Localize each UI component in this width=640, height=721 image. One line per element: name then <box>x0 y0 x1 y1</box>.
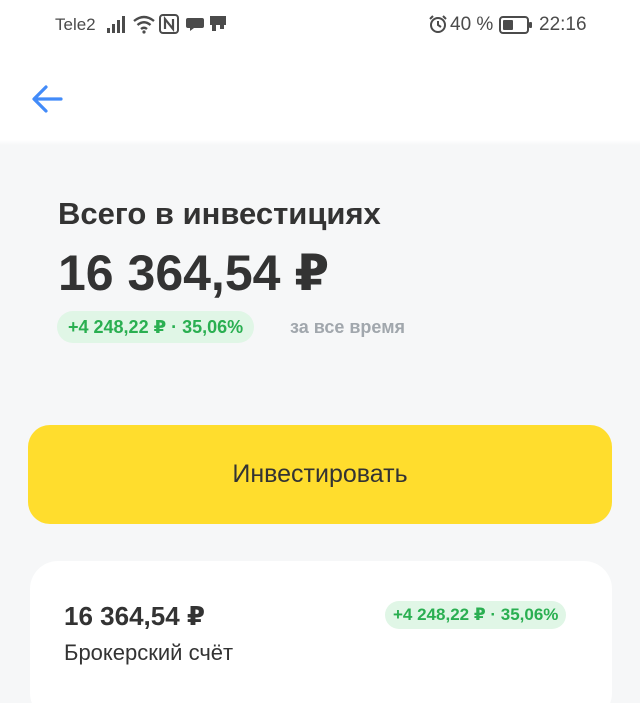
clock: 22:16 <box>539 14 587 35</box>
signal-icon <box>106 14 126 39</box>
period-label[interactable]: за все время <box>290 317 405 338</box>
total-gain-badge: +4 248,22 ₽ · 35,06% <box>57 311 255 343</box>
back-button[interactable] <box>30 82 70 116</box>
chat-icon <box>185 14 205 39</box>
arrow-left-icon <box>30 85 64 120</box>
notification-icon <box>209 14 227 39</box>
wifi-icon <box>132 14 156 39</box>
battery-icon <box>499 16 533 39</box>
total-balance: 16 364,54 ₽ <box>58 245 330 301</box>
battery-percent: 40 % <box>450 14 494 35</box>
account-balance: 16 364,54 ₽ <box>64 601 205 631</box>
alarm-icon <box>428 14 448 39</box>
nfc-icon <box>159 14 179 39</box>
page-title: Всего в инвестициях <box>58 196 381 231</box>
account-name: Брокерский счёт <box>64 640 234 665</box>
carrier-label: Tele2 <box>55 15 96 34</box>
status-bar: Tele2 40 % 22:16 <box>0 0 640 50</box>
invest-button[interactable]: Инвестировать <box>28 425 612 524</box>
account-gain-badge: +4 248,22 ₽ · 35,06% <box>385 601 567 629</box>
brokerage-account-card[interactable]: 16 364,54 ₽ Брокерский счёт +4 248,22 ₽ … <box>30 561 612 721</box>
